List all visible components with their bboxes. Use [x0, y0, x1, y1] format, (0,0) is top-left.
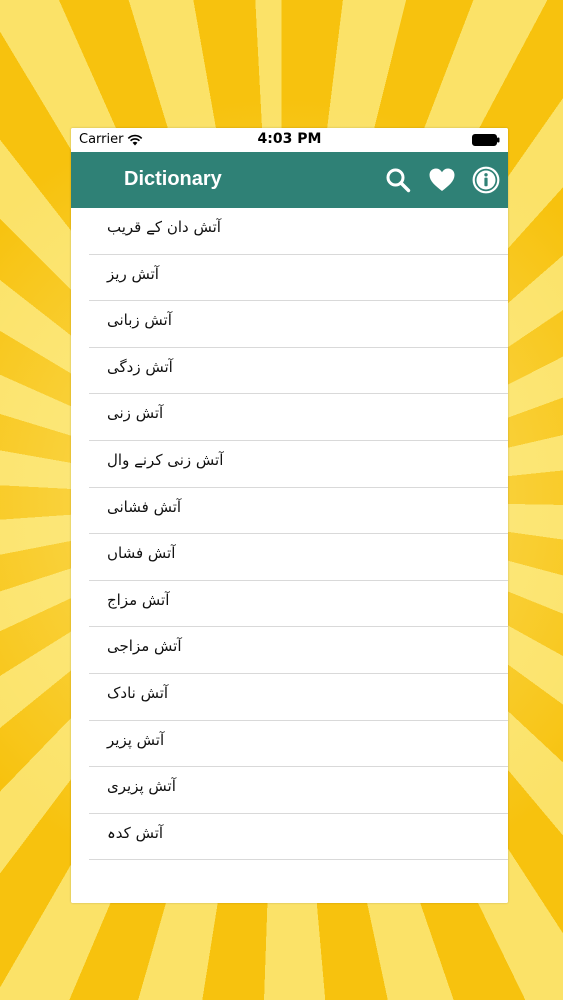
list-item[interactable]: آتش پزیر: [71, 721, 508, 768]
word-label: آتش زنی کرنے وال: [107, 450, 224, 469]
word-label: آتش فشاں: [107, 544, 176, 563]
list-item[interactable]: آتش نادک: [71, 674, 508, 721]
list-item[interactable]: آتش زبانی: [71, 301, 508, 348]
battery-icon: [472, 134, 500, 146]
status-bar: Carrier 4:03 PM: [71, 128, 508, 152]
word-label: آتش نادک: [107, 683, 169, 702]
word-label: آتش ریز: [107, 264, 159, 283]
info-icon[interactable]: [472, 166, 500, 194]
list-item[interactable]: آتش کدہ: [71, 814, 508, 861]
word-label: آتش دان کے قریب: [107, 218, 221, 236]
search-icon[interactable]: [384, 166, 412, 194]
word-label: آتش زنی: [107, 404, 164, 423]
list-item[interactable]: آتش ریز: [71, 255, 508, 302]
app-screen: Carrier 4:03 PM Dictionary آتش دان کے قر…: [71, 128, 508, 903]
list-item[interactable]: آتش فشانی: [71, 488, 508, 535]
word-label: آتش مزاج: [107, 590, 170, 609]
page-title: Dictionary: [124, 168, 222, 190]
word-label: آتش پزیر: [107, 730, 165, 749]
word-label: آتش زدگی: [107, 357, 173, 376]
list-item[interactable]: آتش زنی کرنے وال: [71, 441, 508, 488]
list-item[interactable]: آتش زنی: [71, 394, 508, 441]
list-item[interactable]: آتش مزاج: [71, 581, 508, 628]
list-item[interactable]: آتش زدگی: [71, 348, 508, 395]
word-label: آتش کدہ: [107, 823, 164, 842]
word-list: آتش دان کے قریب آتش ریز آتش زبانی آتش زد…: [71, 208, 508, 903]
word-label: آتش مزاجی: [107, 637, 182, 656]
list-item[interactable]: آتش دان کے قریب: [71, 208, 508, 255]
navigation-bar: Dictionary: [71, 152, 508, 208]
heart-icon[interactable]: [428, 166, 456, 194]
list-item[interactable]: آتش فشاں: [71, 534, 508, 581]
word-label: آتش زبانی: [107, 311, 172, 330]
word-label: آتش پزیری: [107, 777, 176, 796]
word-label: آتش فشانی: [107, 497, 182, 516]
status-time: 4:03 PM: [257, 131, 322, 147]
list-item[interactable]: آتش پزیری: [71, 767, 508, 814]
list-item[interactable]: آتش مزاجی: [71, 627, 508, 674]
